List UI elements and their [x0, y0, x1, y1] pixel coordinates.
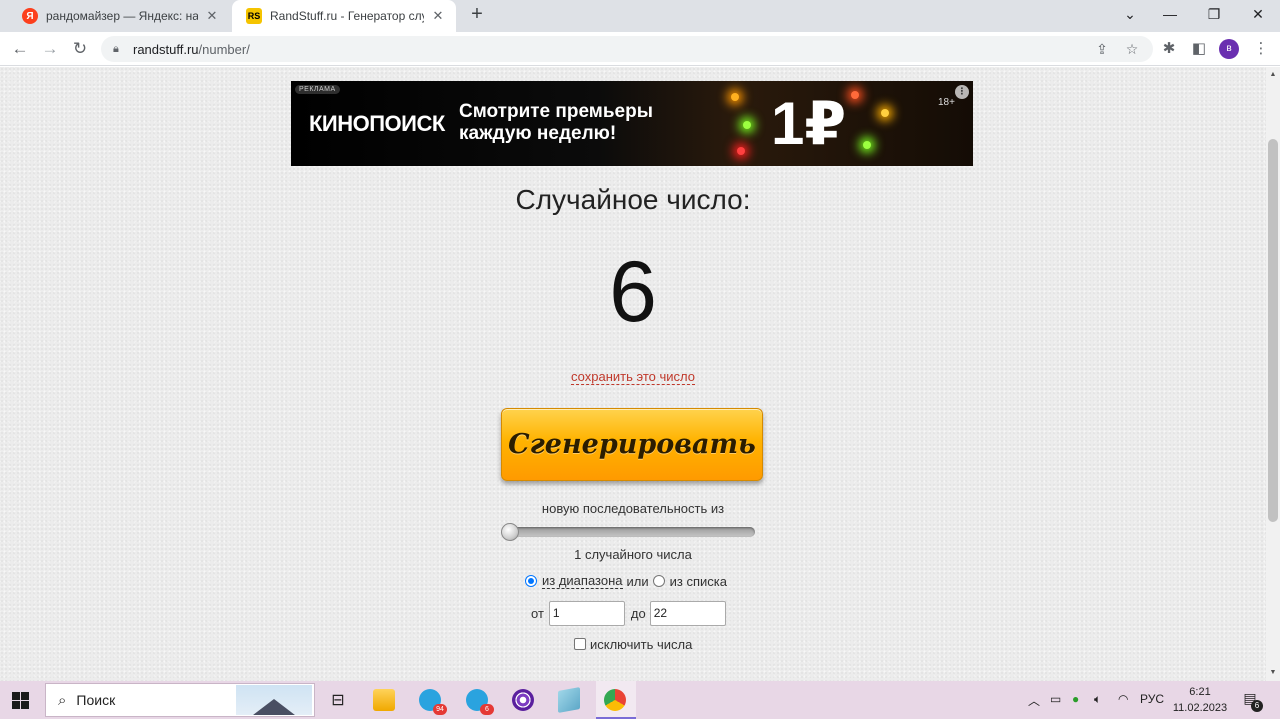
tab-title: RandStuff.ru - Генератор случай	[270, 9, 424, 23]
browser-toolbar: ← → ↻ 🔒︎ randstuff.ru/number/ ⇪ ☆ ✱ ◧ в …	[0, 32, 1280, 66]
count-label: 1 случайного числа	[574, 547, 692, 562]
exclude-row: исключить числа	[574, 636, 692, 652]
close-icon[interactable]: ✕	[204, 8, 220, 24]
lights-decoration	[881, 109, 889, 117]
close-icon[interactable]: ✕	[430, 8, 446, 24]
lights-decoration	[863, 141, 871, 149]
chrome-icon[interactable]	[600, 685, 630, 715]
lights-decoration	[737, 147, 745, 155]
ad-brand: КИНОПОИСК	[309, 111, 445, 136]
menu-icon[interactable]: ⋮	[1252, 40, 1270, 58]
count-slider[interactable]	[503, 527, 755, 537]
restore-button[interactable]: ❐	[1192, 0, 1236, 28]
battery-icon[interactable]: ▭	[1050, 692, 1061, 706]
ad-price: 1₽	[771, 90, 847, 157]
ad-line: Смотрите премьеры	[459, 101, 653, 122]
telegram-icon[interactable]: 94	[415, 685, 447, 715]
scrollbar-thumb[interactable]	[1268, 139, 1278, 522]
scroll-down-arrow-icon[interactable]: ▼	[1266, 667, 1280, 679]
sequence-label: новую последовательность из	[541, 501, 725, 516]
scroll-up-arrow-icon[interactable]: ▲	[1266, 69, 1280, 81]
tab-randstuff[interactable]: RS RandStuff.ru - Генератор случай ✕	[232, 0, 456, 32]
ad-banner[interactable]: РЕКЛАМА КИНОПОИСК Смотрите премьеры кажд…	[291, 81, 973, 166]
radio-range[interactable]	[525, 575, 537, 587]
clock[interactable]: 6:21 11.02.2023	[1170, 684, 1230, 716]
telegram-icon[interactable]: 6	[462, 685, 494, 715]
random-number: 6	[609, 244, 657, 340]
forward-icon[interactable]: →	[38, 37, 62, 61]
tor-browser-icon[interactable]	[508, 685, 538, 715]
url-text[interactable]: randstuff.ru/number/	[133, 42, 250, 57]
ad-badge: РЕКЛАМА	[295, 85, 340, 94]
save-number-link[interactable]: сохранить это число	[571, 369, 695, 385]
side-panel-icon[interactable]: ◧	[1190, 40, 1208, 58]
clock-time: 6:21	[1189, 686, 1211, 698]
task-view-icon[interactable]: ⊟	[323, 685, 353, 715]
from-input[interactable]: 1	[548, 600, 625, 626]
ad-line: каждую неделю!	[459, 123, 617, 144]
slider-handle[interactable]	[501, 523, 519, 541]
windows-start-icon[interactable]	[12, 692, 29, 709]
notes-app-icon[interactable]	[554, 685, 584, 715]
lights-decoration	[743, 121, 751, 129]
mode-range-label[interactable]: из диапазона	[542, 573, 623, 589]
search-icon: ⌕	[58, 691, 67, 709]
tab-title: рандомайзер — Яндекс: нашлос	[46, 9, 198, 23]
from-label: от	[531, 605, 544, 621]
save-number-link-row: сохранить это число	[0, 369, 1266, 385]
more-options-icon[interactable]: ⋮	[955, 85, 969, 99]
wifi-icon[interactable]: ◠	[1118, 692, 1128, 706]
taskbar: ⌕ Поиск ⊟ 94 6 ︿ ▭ ● 🔈︎ ◠ РУС 6:21 11.02…	[0, 681, 1280, 719]
randstuff-icon: RS	[246, 8, 262, 24]
generate-button[interactable]: Сгенерировать	[501, 408, 763, 481]
share-icon[interactable]: ⇪	[1094, 41, 1110, 57]
search-placeholder: Поиск	[76, 692, 116, 708]
back-icon[interactable]: ←	[8, 37, 32, 61]
lights-decoration	[851, 91, 859, 99]
tab-yandex[interactable]: Я рандомайзер — Яндекс: нашлос ✕	[8, 0, 230, 32]
tab-search-chevron-icon[interactable]: ⌄	[1108, 0, 1152, 28]
to-input[interactable]: 22	[649, 600, 726, 626]
notification-count: 6	[1251, 700, 1263, 712]
ad-text: Смотрите премьеры каждую неделю!	[459, 101, 653, 145]
page-content: РЕКЛАМА КИНОПОИСК Смотрите премьеры кажд…	[0, 67, 1266, 681]
search-highlight-image[interactable]	[236, 685, 312, 715]
lights-decoration	[731, 93, 739, 101]
minimize-button[interactable]: —	[1148, 0, 1192, 28]
exclude-checkbox[interactable]	[574, 638, 586, 650]
show-hidden-icons-icon[interactable]: ︿	[1028, 692, 1040, 709]
unread-badge: 94	[433, 704, 447, 715]
mode-selector: из диапазона или из списка	[525, 573, 727, 589]
extensions-icon[interactable]: ✱	[1160, 40, 1178, 58]
mode-list-label[interactable]: из списка	[670, 574, 727, 589]
close-window-button[interactable]: ✕	[1236, 0, 1280, 28]
exclude-label[interactable]: исключить числа	[590, 637, 692, 652]
mode-or-text: или	[626, 573, 649, 589]
reload-icon[interactable]: ↻	[68, 37, 92, 61]
address-bar[interactable]: 🔒︎ randstuff.ru/number/ ⇪ ☆	[101, 36, 1153, 62]
range-inputs: от 1 до 22	[531, 600, 726, 626]
bookmark-star-icon[interactable]: ☆	[1124, 41, 1140, 57]
page-scrollbar[interactable]: ▲ ▼	[1266, 67, 1280, 681]
file-explorer-icon[interactable]	[369, 685, 399, 715]
unread-badge: 6	[480, 704, 494, 715]
to-label: до	[630, 605, 646, 621]
clock-date: 11.02.2023	[1172, 702, 1228, 714]
app-tray-icon[interactable]: ●	[1072, 692, 1079, 706]
new-tab-button[interactable]: +	[466, 4, 488, 26]
taskbar-search[interactable]: ⌕ Поиск	[45, 683, 315, 717]
tab-strip: Я рандомайзер — Яндекс: нашлос ✕ RS Rand…	[0, 0, 1280, 32]
profile-avatar[interactable]: в	[1219, 39, 1239, 59]
lock-icon[interactable]: 🔒︎	[113, 43, 127, 56]
result-heading: Случайное число:	[515, 184, 751, 215]
volume-icon[interactable]: 🔈︎	[1094, 692, 1101, 707]
notifications-icon[interactable]: ▤ 6	[1240, 690, 1263, 712]
yandex-icon: Я	[22, 8, 38, 24]
language-indicator[interactable]: РУС	[1140, 692, 1164, 706]
radio-list[interactable]	[652, 575, 665, 587]
ad-age-rating: 18+	[938, 97, 955, 108]
